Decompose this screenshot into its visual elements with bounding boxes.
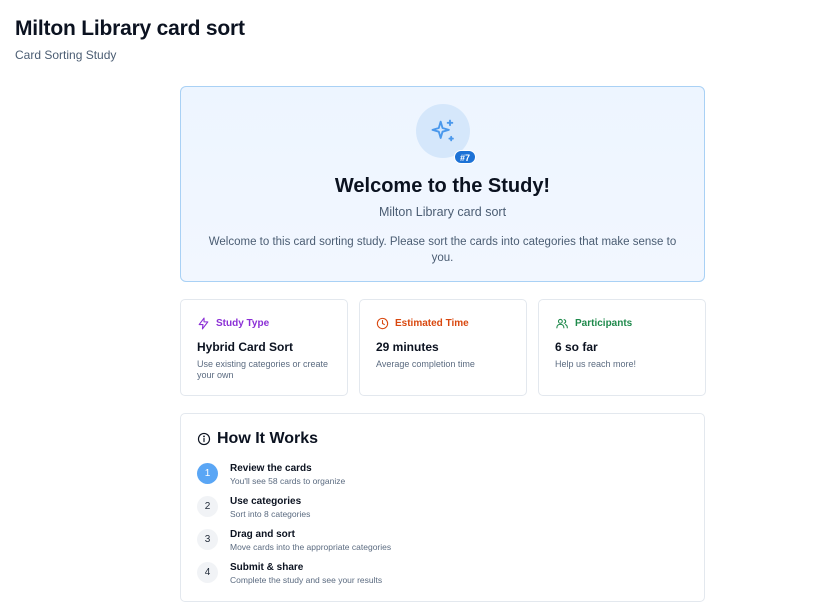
hero-subtitle: Milton Library card sort — [378, 205, 507, 219]
step-description: Complete the study and see your results — [230, 575, 383, 585]
step-item: 1 Review the cards You'll see 58 cards t… — [197, 463, 345, 486]
step-title: Submit & share — [230, 562, 304, 573]
card-description: Help us reach more! — [555, 359, 637, 369]
step-description: Sort into 8 categories — [230, 509, 311, 519]
card-description: Average completion time — [376, 359, 475, 369]
card-value: Hybrid Card Sort — [197, 340, 294, 354]
estimated-time-card: Estimated Time 29 minutes Average comple… — [359, 299, 527, 396]
card-header: Estimated Time — [376, 316, 511, 330]
study-type-card: Study Type Hybrid Card Sort Use existing… — [180, 299, 348, 396]
step-item: 4 Submit & share Complete the study and … — [197, 562, 382, 585]
card-value: 29 minutes — [376, 340, 439, 354]
how-it-works-panel: How It Works 1 Review the cards You'll s… — [180, 413, 705, 602]
how-it-works-header: How It Works — [197, 430, 318, 448]
page-subtitle: Card Sorting Study — [15, 48, 117, 62]
step-item: 3 Drag and sort Move cards into the appr… — [197, 529, 391, 552]
clock-icon — [376, 317, 389, 329]
card-value: 6 so far — [555, 340, 598, 354]
welcome-hero: #7 Welcome to the Study! Milton Library … — [180, 86, 705, 282]
step-number: 3 — [197, 529, 218, 550]
step-description: You'll see 58 cards to organize — [230, 476, 346, 486]
card-header: Participants — [555, 316, 690, 330]
step-number: 4 — [197, 562, 218, 583]
hero-title: Welcome to the Study! — [334, 175, 551, 197]
step-number: 2 — [197, 496, 218, 517]
step-title: Review the cards — [230, 463, 312, 474]
sparkles-icon — [431, 119, 454, 142]
how-it-works-title: How It Works — [217, 430, 319, 447]
card-label: Study Type — [216, 317, 270, 329]
hero-description: Welcome to this card sorting study. Plea… — [208, 236, 677, 264]
info-icon — [197, 432, 211, 446]
step-title: Use categories — [230, 496, 302, 507]
card-label: Estimated Time — [395, 317, 469, 329]
users-icon — [556, 318, 568, 328]
step-title: Drag and sort — [230, 529, 296, 540]
card-description: Use existing categories or create your o… — [197, 359, 329, 380]
card-label: Participants — [575, 317, 633, 329]
step-number: 1 — [197, 463, 218, 484]
participants-card: Participants 6 so far Help us reach more… — [538, 299, 706, 396]
card-header: Study Type — [197, 316, 332, 330]
step-item: 2 Use categories Sort into 8 categories — [197, 496, 310, 519]
lightning-icon — [198, 317, 209, 329]
study-number-badge: #7 — [454, 150, 476, 164]
page-title: Milton Library card sort — [15, 17, 245, 40]
step-description: Move cards into the appropriate categori… — [230, 542, 392, 552]
